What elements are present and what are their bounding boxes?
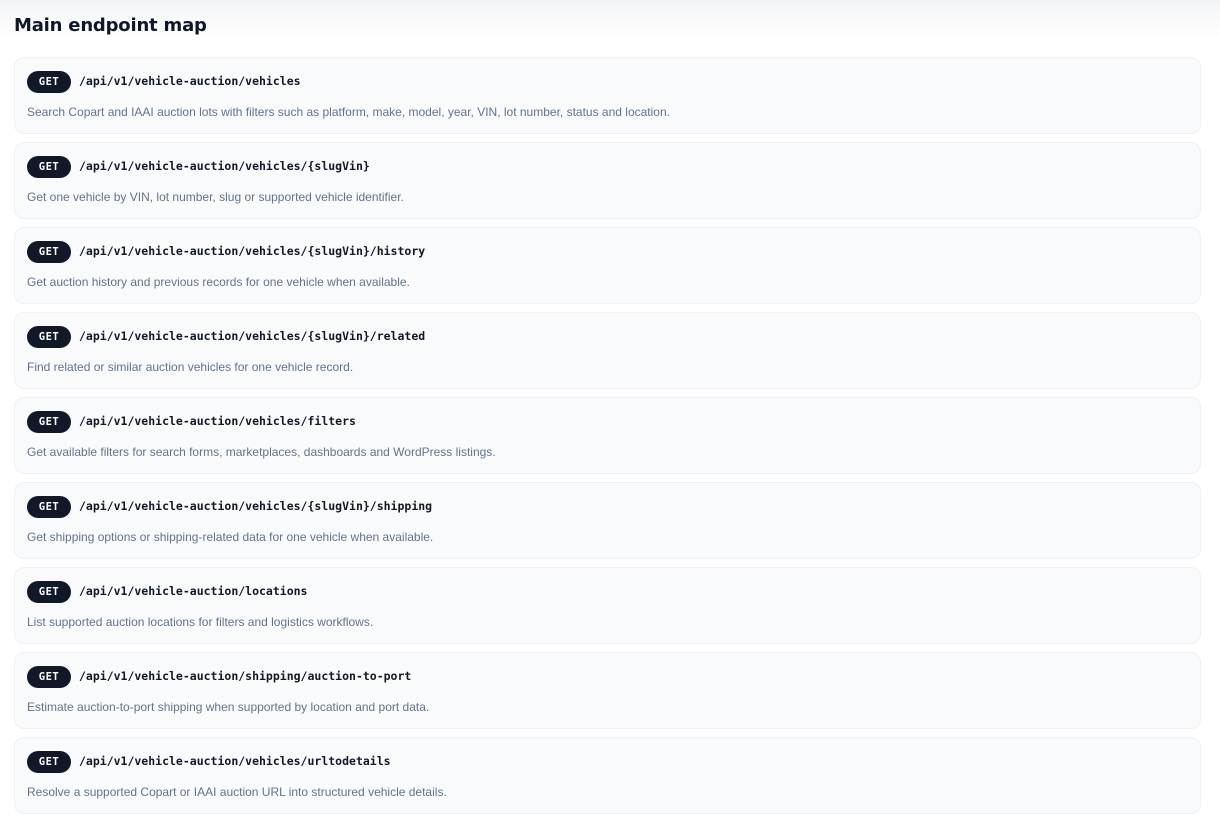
endpoint-list: GET /api/v1/vehicle-auction/vehicles Sea… <box>14 57 1201 822</box>
endpoint-card[interactable]: GET /api/v1/vehicle-auction/vehicles/{sl… <box>14 482 1201 559</box>
endpoint-path: /api/v1/vehicle-auction/vehicles/filters <box>79 414 356 428</box>
method-badge: GET <box>27 411 71 433</box>
endpoint-description: Search Copart and IAAI auction lots with… <box>27 105 670 119</box>
endpoint-path: /api/v1/vehicle-auction/shipping/auction… <box>79 669 412 683</box>
endpoint-description: Get auction history and previous records… <box>27 275 410 289</box>
endpoint-card[interactable]: GET /api/v1/vehicle-auction/vehicles/fil… <box>14 397 1201 474</box>
endpoint-description: Estimate auction-to-port shipping when s… <box>27 700 430 714</box>
endpoint-description: Get available filters for search forms, … <box>27 445 496 459</box>
method-badge: GET <box>27 496 71 518</box>
endpoint-card[interactable]: GET /api/v1/vehicle-auction/vehicles/url… <box>14 737 1201 814</box>
endpoint-description: Get one vehicle by VIN, lot number, slug… <box>27 190 404 204</box>
endpoint-description: Find related or similar auction vehicles… <box>27 360 354 374</box>
method-badge: GET <box>27 666 71 688</box>
endpoint-card[interactable]: GET /api/v1/vehicle-auction/shipping/auc… <box>14 652 1201 729</box>
endpoint-description: Get shipping options or shipping-related… <box>27 530 434 544</box>
method-badge: GET <box>27 751 71 773</box>
endpoint-card[interactable]: GET /api/v1/vehicle-auction/vehicles/{sl… <box>14 312 1201 389</box>
endpoint-path: /api/v1/vehicle-auction/vehicles/urltode… <box>79 754 391 768</box>
method-badge: GET <box>27 241 71 263</box>
method-badge: GET <box>27 156 71 178</box>
endpoint-path: /api/v1/vehicle-auction/vehicles <box>79 74 301 88</box>
method-badge: GET <box>27 581 71 603</box>
endpoint-card[interactable]: GET /api/v1/vehicle-auction/vehicles/{sl… <box>14 227 1201 304</box>
endpoint-card[interactable]: GET /api/v1/vehicle-auction/vehicles/{sl… <box>14 142 1201 219</box>
endpoint-path: /api/v1/vehicle-auction/vehicles/{slugVi… <box>79 499 433 513</box>
endpoint-description: List supported auction locations for fil… <box>27 615 374 629</box>
endpoint-card[interactable]: GET /api/v1/vehicle-auction/vehicles Sea… <box>14 57 1201 134</box>
method-badge: GET <box>27 326 71 348</box>
endpoint-path: /api/v1/vehicle-auction/vehicles/{slugVi… <box>79 329 426 343</box>
endpoint-path: /api/v1/vehicle-auction/vehicles/{slugVi… <box>79 244 426 258</box>
section-title: Main endpoint map <box>14 15 207 36</box>
page: Main endpoint map GET /api/v1/vehicle-au… <box>0 0 1220 827</box>
endpoint-path: /api/v1/vehicle-auction/locations <box>79 584 308 598</box>
endpoint-description: Resolve a supported Copart or IAAI aucti… <box>27 785 447 799</box>
endpoint-path: /api/v1/vehicle-auction/vehicles/{slugVi… <box>79 159 370 173</box>
method-badge: GET <box>27 71 71 93</box>
endpoint-card[interactable]: GET /api/v1/vehicle-auction/locations Li… <box>14 567 1201 644</box>
